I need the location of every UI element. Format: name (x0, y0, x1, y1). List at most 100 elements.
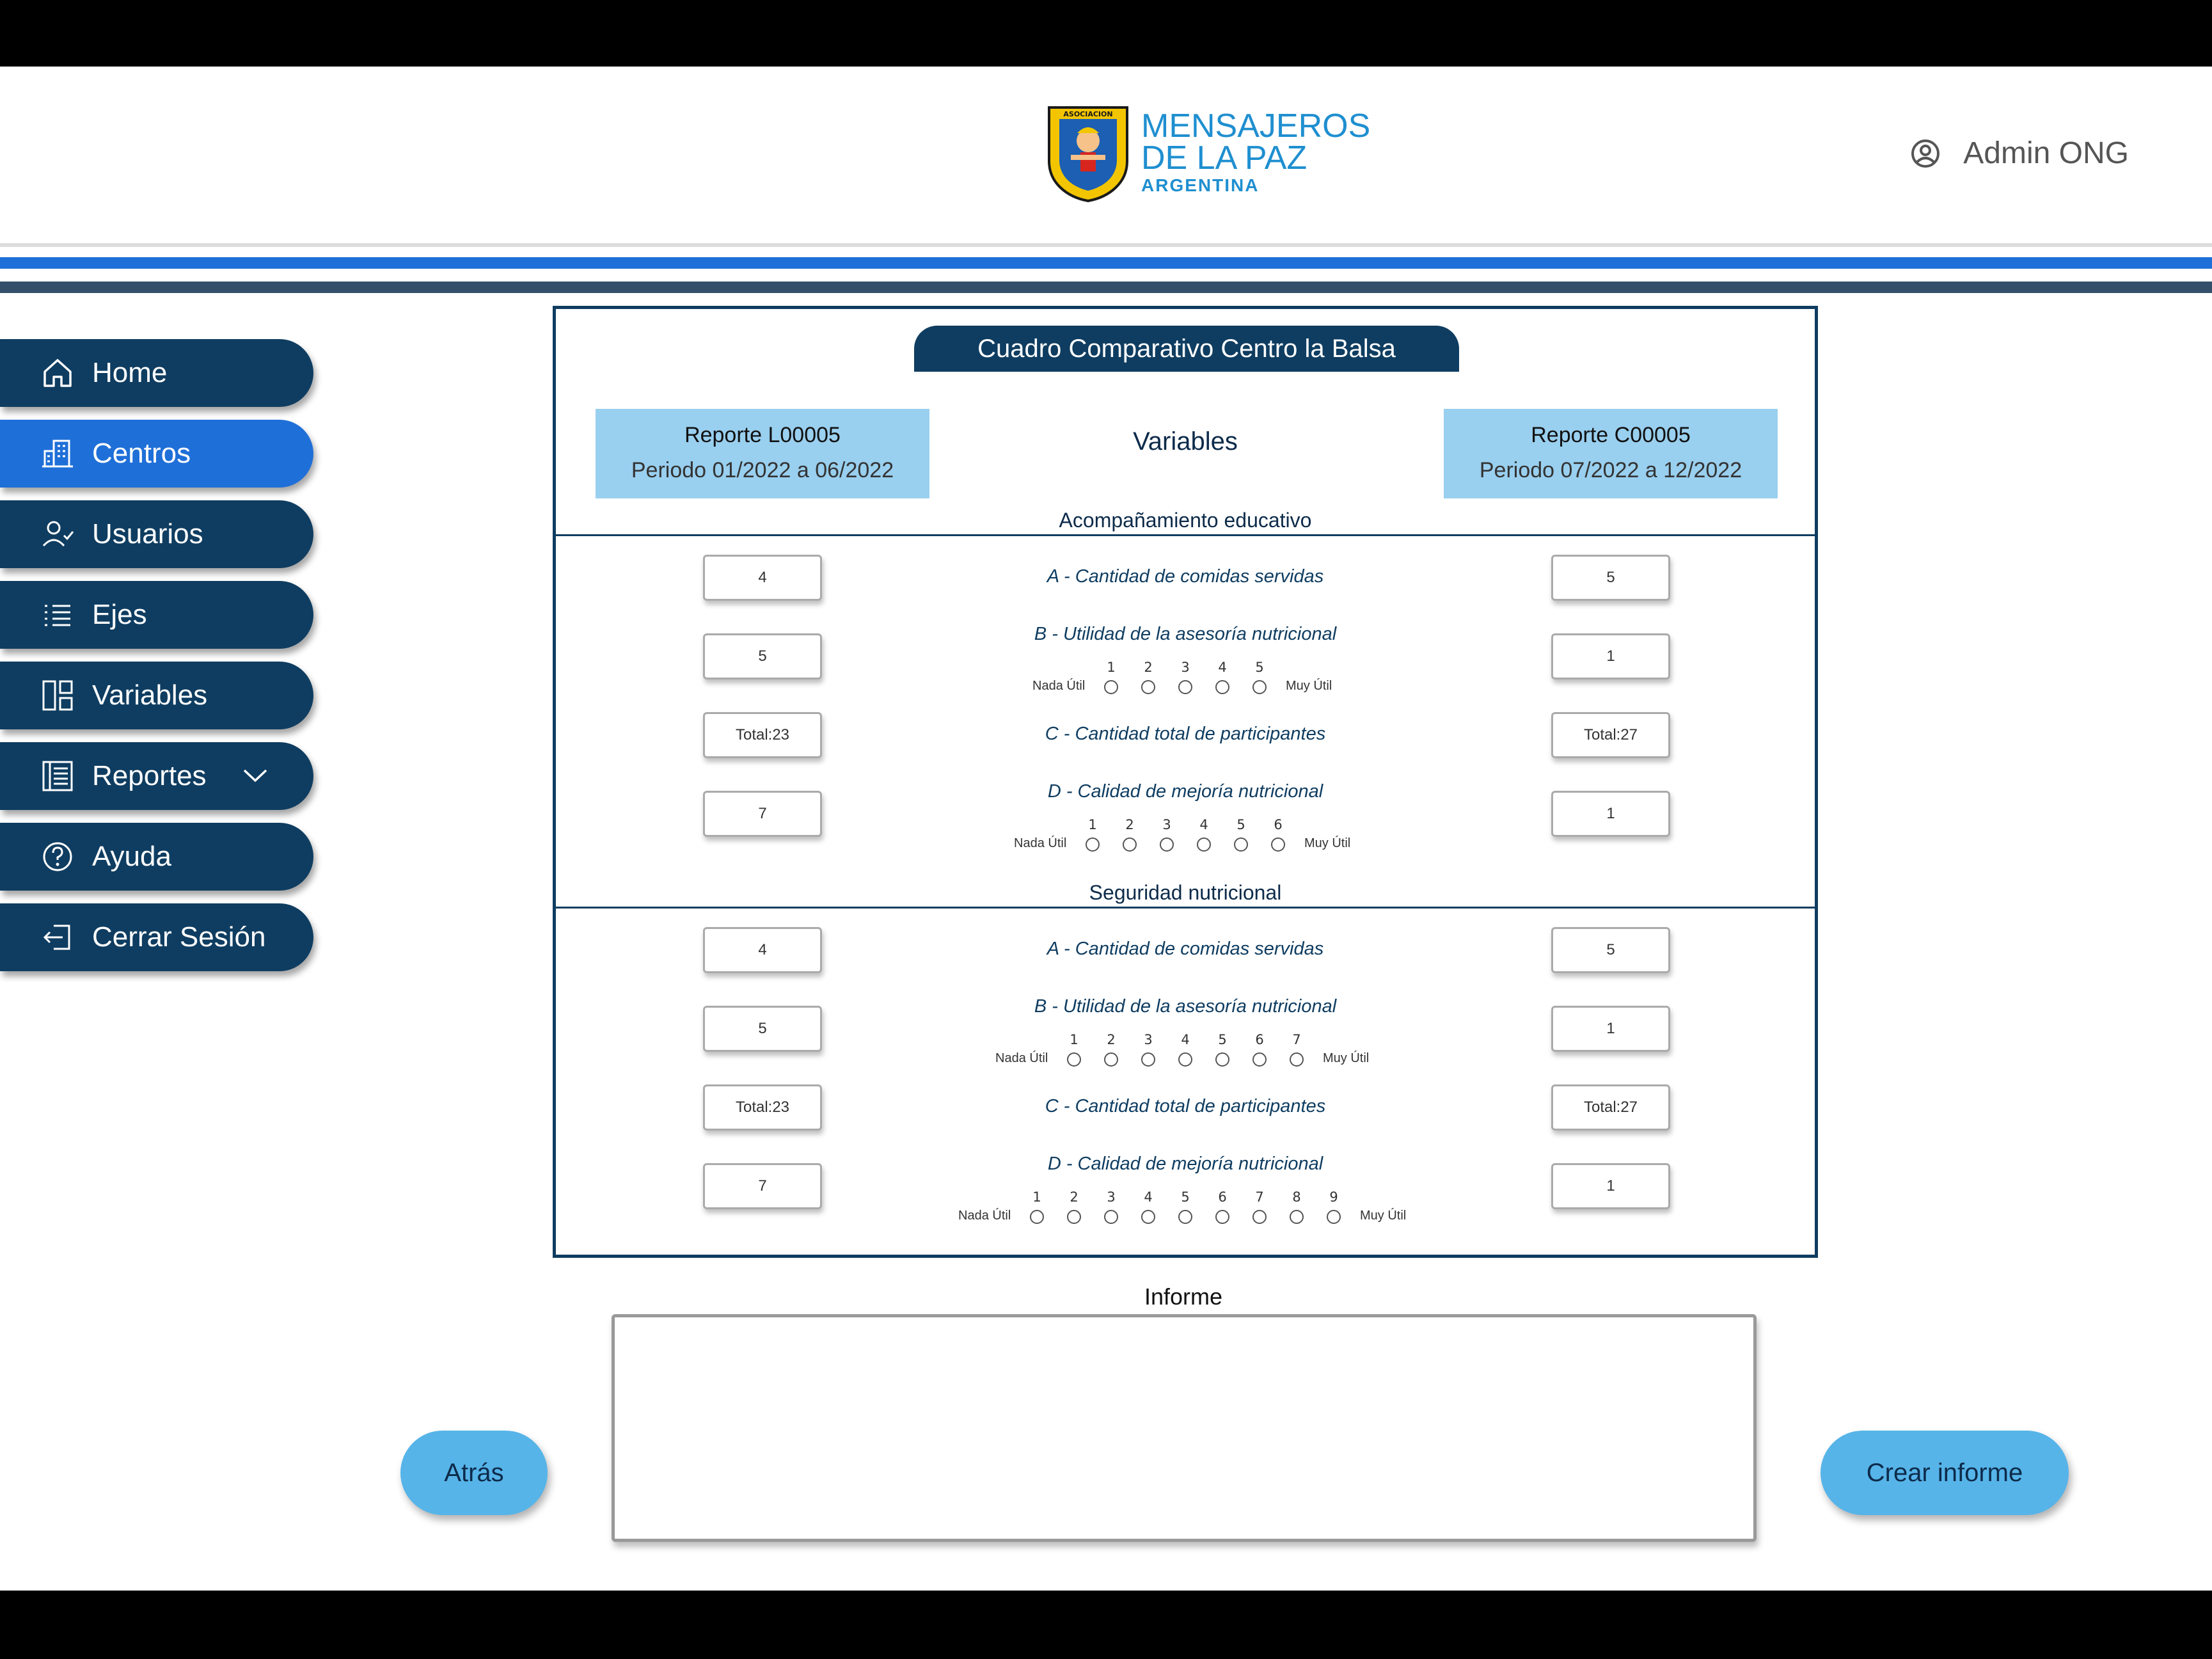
scale-number: 2 (1107, 1032, 1116, 1047)
radio-option[interactable] (1018, 1209, 1055, 1224)
scale-number: 3 (1107, 1189, 1116, 1205)
scale-high-label: Muy Útil (1360, 1209, 1407, 1223)
list-icon (45, 605, 70, 626)
radio-option[interactable] (1204, 679, 1241, 694)
scale-number: 2 (1144, 660, 1153, 675)
scale-number: 5 (1181, 1189, 1190, 1205)
sidebar-item-ayuda[interactable]: Ayuda (0, 823, 313, 891)
radio-option[interactable] (1167, 1051, 1204, 1067)
right-value-field[interactable]: Total:27 (1551, 1084, 1670, 1131)
left-value-field[interactable]: Total:23 (703, 1084, 822, 1131)
radio-option[interactable] (1222, 836, 1260, 852)
radio-option[interactable] (1093, 1209, 1130, 1224)
left-value-field[interactable]: Total:23 (703, 712, 822, 758)
scale-number: 2 (1125, 817, 1134, 832)
accent-stripe-dark (0, 282, 2212, 293)
sidebar-item-centros[interactable]: Centros (0, 420, 313, 488)
sidebar-item-label: Centros (92, 438, 191, 469)
radio-option[interactable] (1130, 679, 1167, 694)
radio-option[interactable] (1241, 1209, 1278, 1224)
scale-numbers: 1 2 3 4 5 6 7 8 9 (1018, 1189, 1352, 1205)
radio-option[interactable] (1241, 1051, 1278, 1067)
scale-numbers: 1 2 3 4 5 6 (1074, 817, 1297, 832)
radio-option[interactable] (1148, 836, 1185, 852)
header-divider (0, 243, 2212, 247)
user-name: Admin ONG (1963, 136, 2129, 170)
radio-option[interactable] (1130, 1051, 1167, 1067)
layout-icon (42, 680, 73, 711)
scale-options (1055, 1051, 1315, 1067)
right-report-period: Periodo 07/2022 a 12/2022 (1479, 458, 1742, 482)
left-report-card: Reporte L00005 Periodo 01/2022 a 06/2022 (596, 409, 929, 498)
brand-line3: ARGENTINA (1141, 175, 1260, 195)
right-value-field[interactable]: 5 (1551, 927, 1670, 973)
scale-number: 3 (1144, 1032, 1153, 1047)
radio-option[interactable] (1204, 1051, 1241, 1067)
radio-option[interactable] (1074, 836, 1111, 852)
brand-line2: DE LA PAZ (1141, 139, 1307, 177)
right-value-field[interactable]: 1 (1551, 1163, 1670, 1209)
radio-option[interactable] (1093, 1051, 1130, 1067)
right-value-field[interactable]: 1 (1551, 1006, 1670, 1052)
variable-label: A - Cantidad de comidas servidas (1047, 939, 1324, 959)
scale-number: 4 (1181, 1032, 1190, 1047)
left-value-field[interactable]: 4 (703, 927, 822, 973)
sidebar-item-reportes[interactable]: Reportes (0, 742, 313, 810)
right-value-field[interactable]: Total:27 (1551, 712, 1670, 758)
chevron-down-icon[interactable] (242, 766, 269, 784)
radio-option[interactable] (1111, 836, 1148, 852)
radio-option[interactable] (1204, 1209, 1241, 1224)
radio-option[interactable] (1167, 1209, 1204, 1224)
help-icon (43, 842, 72, 871)
scale-number: 8 (1292, 1189, 1301, 1205)
scale-high-label: Muy Útil (1286, 679, 1332, 693)
scale-number: 1 (1088, 817, 1097, 832)
variable-label: D - Calidad de mejoría nutricional (1047, 1154, 1323, 1174)
informe-textarea[interactable] (612, 1314, 1757, 1542)
left-report-title: Reporte L00005 (684, 423, 841, 447)
section-divider (556, 534, 1815, 536)
scale-number: 6 (1274, 817, 1283, 832)
scale-number: 4 (1199, 817, 1208, 832)
radio-option[interactable] (1260, 836, 1297, 852)
radio-option[interactable] (1167, 679, 1204, 694)
report-icon (42, 761, 73, 791)
variable-label: B - Utilidad de la asesoría nutricional (1034, 624, 1337, 644)
left-value-field[interactable]: 4 (703, 555, 822, 601)
variable-label: C - Cantidad total de participantes (1045, 724, 1326, 744)
bottom-black-bar (0, 1591, 2212, 1659)
radio-option[interactable] (1315, 1209, 1352, 1224)
sidebar-item-label: Reportes (92, 760, 207, 791)
sidebar-item-variables[interactable]: Variables (0, 662, 313, 729)
right-report-card: Reporte C00005 Periodo 07/2022 a 12/2022 (1444, 409, 1778, 498)
radio-option[interactable] (1130, 1209, 1167, 1224)
scale-numbers: 1 2 3 4 5 (1093, 660, 1278, 675)
variable-label: D - Calidad de mejoría nutricional (1047, 781, 1323, 802)
back-button[interactable]: Atrás (400, 1431, 548, 1515)
brand-logo[interactable]: ASOCIACION MENSAJEROS DE LA PAZ ARGENTIN… (1045, 104, 1370, 206)
sidebar-item-label: Usuarios (92, 518, 203, 550)
scale-options (1018, 1209, 1352, 1224)
logout-icon (43, 925, 70, 950)
sidebar-item-ejes[interactable]: Ejes (0, 581, 313, 649)
user-menu[interactable]: Admin ONG (1911, 136, 2129, 171)
sidebar-item-label: Ejes (92, 599, 147, 630)
sidebar-item-usuarios[interactable]: Usuarios (0, 500, 313, 568)
radio-option[interactable] (1093, 679, 1130, 694)
sidebar-item-cerrar-sesion[interactable]: Cerrar Sesión (0, 903, 313, 971)
sidebar-item-label: Home (92, 357, 168, 388)
right-value-field[interactable]: 1 (1551, 633, 1670, 679)
radio-option[interactable] (1185, 836, 1222, 852)
create-report-button[interactable]: Crear informe (1821, 1431, 2069, 1515)
scale-number: 7 (1255, 1189, 1264, 1205)
radio-option[interactable] (1278, 1051, 1315, 1067)
right-value-field[interactable]: 1 (1551, 791, 1670, 837)
accent-stripe-blue (0, 257, 2212, 269)
sidebar-item-home[interactable]: Home (0, 339, 313, 407)
right-value-field[interactable]: 5 (1551, 555, 1670, 601)
radio-option[interactable] (1278, 1209, 1315, 1224)
scale-high-label: Muy Útil (1323, 1051, 1370, 1065)
radio-option[interactable] (1055, 1209, 1093, 1224)
radio-option[interactable] (1241, 679, 1278, 694)
radio-option[interactable] (1055, 1051, 1093, 1067)
